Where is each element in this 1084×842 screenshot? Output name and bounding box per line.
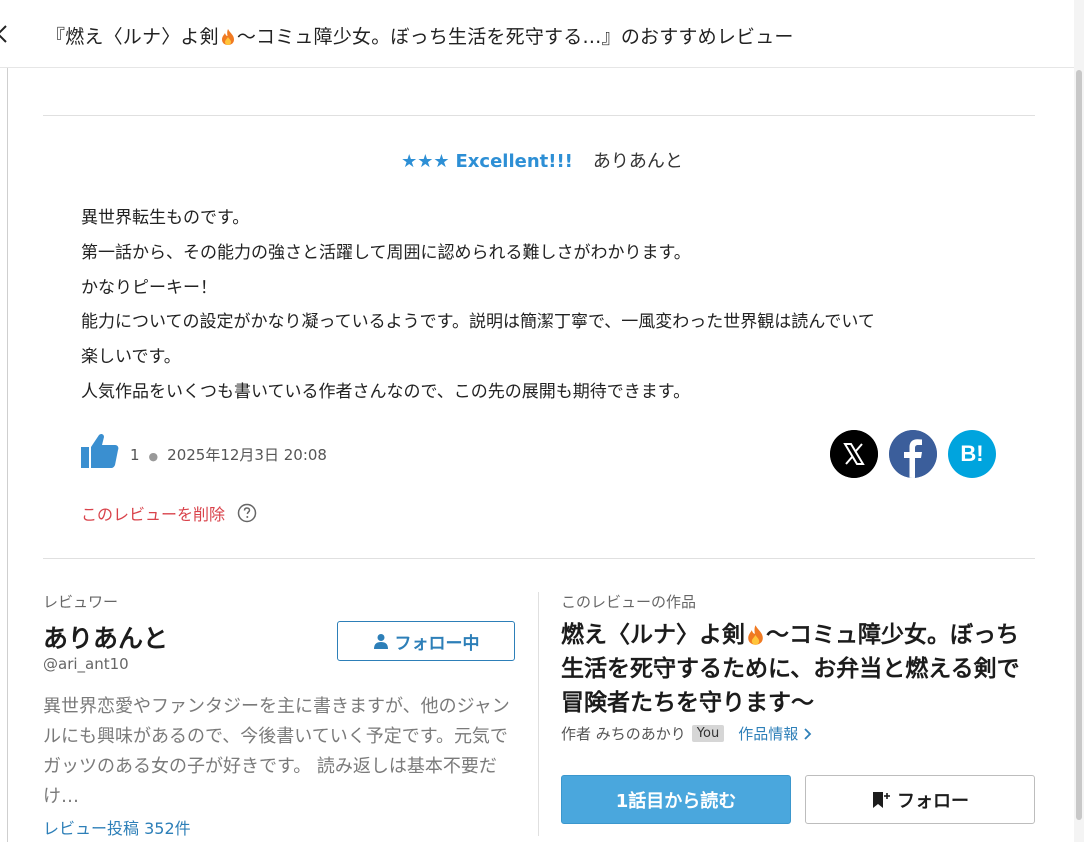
content-frame-edge <box>0 68 8 842</box>
divider-top <box>43 115 1035 116</box>
review-line: 能力についての設定がかなり凝っているようです。説明は簡潔丁寧で、一風変わった世界… <box>81 312 875 333</box>
bookmark-plus-icon <box>873 791 890 808</box>
review-line: 人気作品をいくつも書いている作者さんなので、この先の展開も期待できます。 <box>81 381 691 402</box>
chevron-right-icon <box>804 728 812 740</box>
meta-separator: ● <box>148 450 159 463</box>
work-section-label: このレビューの作品 <box>561 593 697 611</box>
rating-stars: ★★★ <box>401 151 450 172</box>
share-hatena-icon[interactable]: B! <box>948 430 996 478</box>
reviewer-name[interactable]: ありあんと <box>43 619 168 655</box>
review-author-name[interactable]: ありあんと <box>593 151 683 172</box>
back-chevron-icon[interactable] <box>0 20 16 48</box>
review-rating-line: ★★★ Excellent!!! ありあんと <box>0 147 1084 173</box>
share-x-icon[interactable] <box>830 430 878 478</box>
delete-review-link[interactable]: このレビューを削除 <box>81 501 225 525</box>
column-divider <box>538 592 539 836</box>
page-title-part1: 『燃え〈ルナ〉よ剣 <box>46 26 219 48</box>
rating-label: Excellent!!! <box>455 151 573 172</box>
scrollbar-thumb[interactable] <box>1076 70 1082 820</box>
review-line: かなりピーキー！ <box>81 277 217 298</box>
review-line: 第一話から、その能力の強さと活躍して周囲に認められる難しさがわかります。 <box>81 242 691 263</box>
flame-icon <box>221 29 234 45</box>
follow-work-button[interactable]: フォロー <box>805 775 1035 824</box>
scrollbar[interactable] <box>1074 0 1084 842</box>
review-body: 異世界転生ものです。 第一話から、その能力の強さと活躍して周囲に認められる難しさ… <box>81 201 1001 410</box>
person-icon <box>373 634 388 649</box>
work-author-line: 作者 みちのあかり You 作品情報 <box>561 723 812 744</box>
work-info-link[interactable]: 作品情報 <box>738 723 812 744</box>
work-title[interactable]: 燃え〈ルナ〉よ剣 ～コミュ障少女。ぼっち生活を死守するために、お弁当と燃える剣で冒… <box>561 618 1041 720</box>
review-date: 2025年12月3日 20:08 <box>167 446 327 464</box>
review-line: 楽しいです。 <box>81 347 181 368</box>
page-title-part2: ～コミュ障少女。ぼっち生活を死守する…』のおすすめレビュー <box>236 26 794 48</box>
follow-reviewer-button[interactable]: フォロー中 <box>337 621 515 661</box>
help-icon[interactable] <box>237 503 257 523</box>
read-from-first-button[interactable]: 1話目から読む <box>561 775 791 824</box>
review-meta: 1 ● 2025年12月3日 20:08 <box>130 444 327 465</box>
page-header: 『燃え〈ルナ〉よ剣 ～コミュ障少女。ぼっち生活を死守する…』のおすすめレビュー <box>0 0 1084 68</box>
hatena-label: B! <box>960 441 984 466</box>
reviewer-bio: 異世界恋愛やファンタジーを主に書きますが、他のジャンルにも興味があるので、今後書… <box>43 696 510 807</box>
divider-middle <box>43 558 1035 559</box>
like-count: 1 <box>130 446 140 464</box>
page-title: 『燃え〈ルナ〉よ剣 ～コミュ障少女。ぼっち生活を死守する…』のおすすめレビュー <box>46 22 794 49</box>
review-line: 異世界転生ものです。 <box>81 208 250 228</box>
work-author[interactable]: 作者 みちのあかり <box>561 723 686 744</box>
flame-icon <box>748 625 763 645</box>
follow-work-label: フォロー <box>897 790 969 812</box>
reviewer-section-label: レビュワー <box>43 593 119 611</box>
you-badge: You <box>691 725 725 742</box>
work-title-part1: 燃え〈ルナ〉よ剣 <box>561 622 745 648</box>
review-count-link[interactable]: レビュー投稿 352件 <box>43 815 191 839</box>
follow-reviewer-label: フォロー中 <box>394 633 480 654</box>
reviewer-handle: @ari_ant10 <box>43 655 129 673</box>
work-info-label: 作品情報 <box>738 725 799 743</box>
share-facebook-icon[interactable] <box>889 430 937 478</box>
thumbs-up-icon[interactable] <box>80 432 120 470</box>
